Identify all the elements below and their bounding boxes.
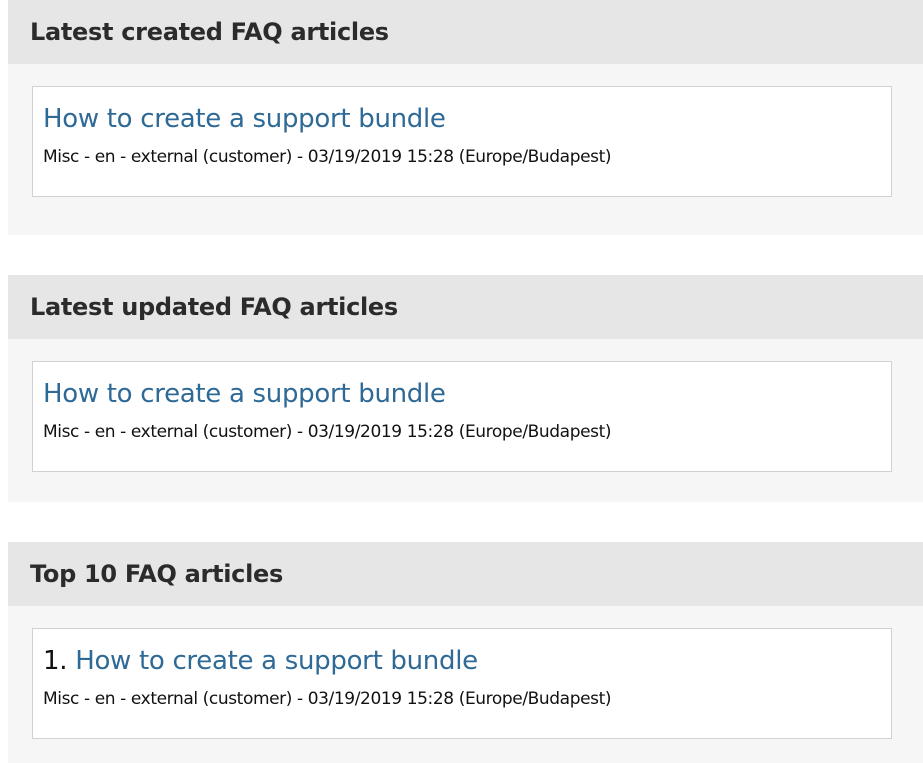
- widget-header: Latest updated FAQ articles: [8, 275, 923, 339]
- faq-article-link[interactable]: How to create a support bundle: [43, 379, 446, 409]
- widget-body: How to create a support bundle Misc - en…: [8, 64, 923, 197]
- faq-title-row: How to create a support bundle: [43, 376, 891, 412]
- faq-dashboard: Latest created FAQ articles How to creat…: [0, 0, 923, 763]
- widget-title: Latest created FAQ articles: [30, 18, 389, 46]
- faq-article-link[interactable]: How to create a support bundle: [75, 646, 478, 676]
- faq-article-meta: Misc - en - external (customer) - 03/19/…: [43, 147, 612, 167]
- top-10-faq-widget: Top 10 FAQ articles 1. How to create a s…: [8, 542, 923, 763]
- faq-article-link[interactable]: How to create a support bundle: [43, 104, 446, 134]
- faq-title-row: How to create a support bundle: [43, 101, 891, 137]
- faq-article-meta: Misc - en - external (customer) - 03/19/…: [43, 422, 612, 442]
- faq-article-card: 1. How to create a support bundle Misc -…: [32, 628, 892, 739]
- widget-header: Latest created FAQ articles: [8, 0, 923, 64]
- faq-article-meta: Misc - en - external (customer) - 03/19/…: [43, 689, 612, 709]
- faq-article-card: How to create a support bundle Misc - en…: [32, 86, 892, 197]
- widget-body: How to create a support bundle Misc - en…: [8, 339, 923, 472]
- faq-title-row: 1. How to create a support bundle: [43, 643, 891, 679]
- widget-title: Top 10 FAQ articles: [30, 560, 283, 588]
- widget-header: Top 10 FAQ articles: [8, 542, 923, 606]
- latest-created-faq-widget: Latest created FAQ articles How to creat…: [8, 0, 923, 235]
- widget-body: 1. How to create a support bundle Misc -…: [8, 606, 923, 739]
- latest-updated-faq-widget: Latest updated FAQ articles How to creat…: [8, 275, 923, 502]
- faq-article-card: How to create a support bundle Misc - en…: [32, 361, 892, 472]
- widget-title: Latest updated FAQ articles: [30, 293, 398, 321]
- faq-rank-number: 1.: [43, 646, 68, 676]
